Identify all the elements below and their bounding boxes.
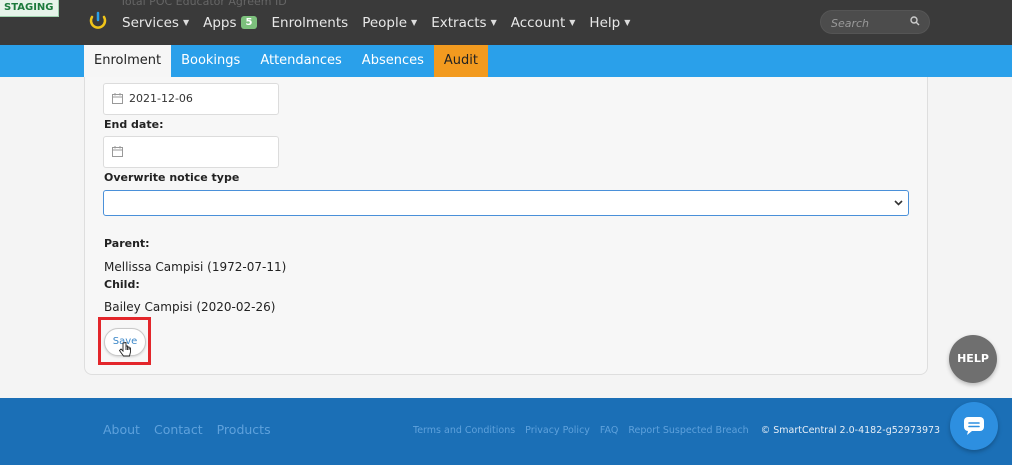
footer: About Contact Products Terms and Conditi… [0, 398, 1012, 465]
chevron-down-icon: ▼ [569, 18, 576, 27]
tab-bookings[interactable]: Bookings [171, 45, 250, 77]
search-input[interactable] [829, 14, 911, 32]
search-icon[interactable] [910, 16, 920, 26]
menu-services-label: Services [122, 14, 179, 31]
footer-link-report-breach[interactable]: Report Suspected Breach [628, 425, 748, 436]
apps-count-badge: 5 [240, 16, 258, 29]
end-date-label: End date: [104, 118, 164, 131]
menu-extracts-label: Extracts [431, 14, 487, 31]
menu-people[interactable]: People ▼ [362, 15, 417, 31]
tab-absences[interactable]: Absences [352, 45, 434, 77]
chevron-down-icon: ▼ [182, 18, 190, 27]
footer-link-contact[interactable]: Contact [154, 422, 203, 437]
chat-icon [964, 417, 984, 435]
copyright-text: © SmartCentral 2.0-4182-g52973973 [760, 425, 941, 436]
chevron-down-icon: ▼ [490, 18, 497, 27]
tabs: Enrolment Bookings Attendances Absences … [84, 45, 488, 77]
menu-extracts[interactable]: Extracts ▼ [431, 15, 497, 31]
notice-type-label: Overwrite notice type [104, 171, 240, 184]
chat-button[interactable] [950, 402, 998, 450]
chevron-down-icon [894, 200, 903, 206]
chevron-down-icon: ▼ [411, 18, 418, 27]
main-menu: Services ▼ Apps 5 Enrolments People ▼ Ex… [122, 0, 630, 45]
child-value: Bailey Campisi (2020-02-26) [104, 300, 276, 314]
footer-primary-links: About Contact Products [103, 422, 271, 437]
end-date-field[interactable] [103, 136, 279, 168]
footer-link-terms[interactable]: Terms and Conditions [413, 425, 515, 436]
menu-people-label: People [362, 14, 408, 31]
chevron-down-icon: ▼ [624, 18, 631, 27]
menu-account[interactable]: Account ▼ [511, 15, 576, 31]
environment-badge: STAGING [0, 0, 59, 17]
footer-link-faq[interactable]: FAQ [600, 425, 618, 436]
menu-apps-label: Apps [203, 14, 237, 31]
parent-label: Parent: [104, 237, 150, 250]
footer-secondary-links: Terms and Conditions Privacy Policy FAQ … [413, 425, 940, 436]
notice-type-select[interactable] [103, 190, 909, 216]
help-button[interactable]: HELP [949, 335, 997, 383]
enrolment-form-panel: 2021-12-06 End date: Overwrite notice ty… [84, 77, 928, 375]
child-label: Child: [104, 278, 140, 291]
footer-link-about[interactable]: About [103, 422, 140, 437]
menu-help-label: Help [589, 14, 621, 31]
tab-attendances[interactable]: Attendances [250, 45, 351, 77]
start-date-field[interactable]: 2021-12-06 [103, 83, 279, 115]
footer-link-products[interactable]: Products [217, 422, 271, 437]
tab-enrolment[interactable]: Enrolment [84, 45, 172, 77]
menu-enrolments[interactable]: Enrolments [271, 15, 348, 31]
menu-help[interactable]: Help ▼ [589, 15, 630, 31]
menu-account-label: Account [510, 14, 566, 31]
footer-link-privacy[interactable]: Privacy Policy [525, 425, 590, 436]
menu-enrolments-label: Enrolments [271, 14, 349, 31]
tab-bar: Enrolment Bookings Attendances Absences … [0, 45, 1012, 77]
menu-services[interactable]: Services ▼ [122, 15, 189, 31]
top-navbar: Total POC Educator Agreem ID Services ▼ … [0, 0, 1012, 45]
calendar-icon [112, 93, 123, 104]
menu-apps[interactable]: Apps 5 [203, 14, 258, 31]
calendar-icon [112, 146, 123, 157]
app-logo-icon[interactable] [88, 11, 108, 31]
search-box [820, 10, 930, 34]
start-date-value: 2021-12-06 [129, 92, 193, 105]
hand-cursor-icon [119, 342, 131, 357]
parent-value: Mellissa Campisi (1972-07-11) [104, 260, 287, 274]
tab-audit[interactable]: Audit [433, 45, 488, 77]
